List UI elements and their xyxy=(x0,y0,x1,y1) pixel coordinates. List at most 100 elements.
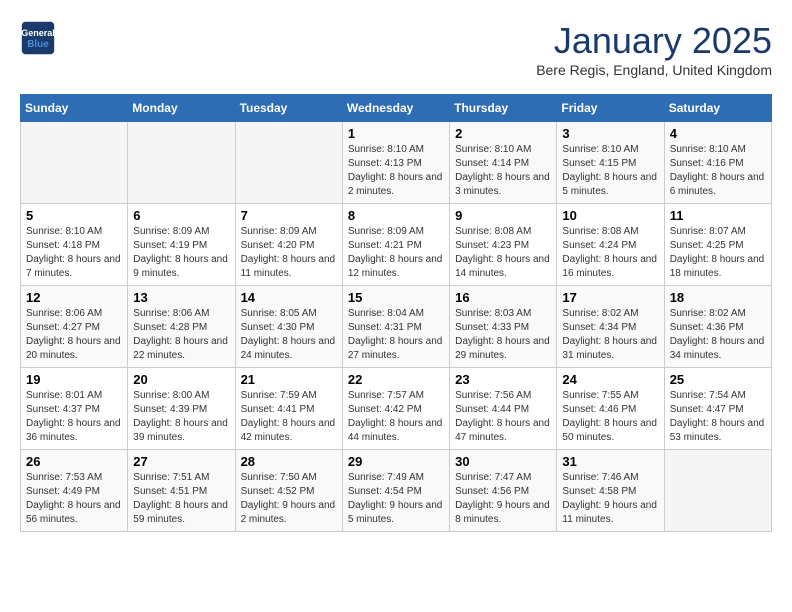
calendar-header-row: SundayMondayTuesdayWednesdayThursdayFrid… xyxy=(21,95,772,122)
day-number: 24 xyxy=(562,372,658,387)
calendar-week-row: 26Sunrise: 7:53 AM Sunset: 4:49 PM Dayli… xyxy=(21,450,772,532)
calendar-cell: 3 Sunrise: 8:10 AM Sunset: 4:15 PM Daylig… xyxy=(557,122,664,204)
calendar-cell: 8Sunrise: 8:09 AM Sunset: 4:21 PM Daylig… xyxy=(342,204,449,286)
calendar-cell xyxy=(128,122,235,204)
day-number: 19 xyxy=(26,372,122,387)
day-info: Sunrise: 7:55 AM Sunset: 4:46 PM Dayligh… xyxy=(562,389,658,445)
day-info: Sunrise: 8:08 AM Sunset: 4:24 PM Dayligh… xyxy=(562,225,658,281)
day-number: 21 xyxy=(241,372,337,387)
calendar-cell: 30 Sunrise: 7:47 AM Sunset: 4:56 PM Dayli… xyxy=(450,450,557,532)
calendar-week-row: 19 Sunrise: 8:01 AM Sunset: 4:37 PM Dayli… xyxy=(21,368,772,450)
column-header-sunday: Sunday xyxy=(21,95,128,122)
day-number: 22 xyxy=(348,372,444,387)
day-info: Sunrise: 8:10 AM Sunset: 4:16 PM Dayligh… xyxy=(670,143,766,199)
title-block: January 2025 Bere Regis, England, United… xyxy=(536,20,772,78)
day-info: Sunrise: 8:08 AM Sunset: 4:23 PM Dayligh… xyxy=(455,225,551,281)
calendar-cell: 11 Sunrise: 8:07 AM Sunset: 4:25 PM Dayli… xyxy=(664,204,771,286)
calendar-cell: 12 Sunrise: 8:06 AM Sunset: 4:27 PM Dayli… xyxy=(21,286,128,368)
column-header-thursday: Thursday xyxy=(450,95,557,122)
day-info: Sunrise: 8:10 AM Sunset: 4:13 PM Dayligh… xyxy=(348,143,444,199)
month-title: January 2025 xyxy=(536,20,772,62)
calendar-cell: 19 Sunrise: 8:01 AM Sunset: 4:37 PM Dayli… xyxy=(21,368,128,450)
day-number: 28 xyxy=(241,454,337,469)
calendar-cell: 23Sunrise: 7:56 AM Sunset: 4:44 PM Dayli… xyxy=(450,368,557,450)
day-number: 10 xyxy=(562,208,658,223)
calendar-cell: 7 Sunrise: 8:09 AM Sunset: 4:20 PM Daylig… xyxy=(235,204,342,286)
calendar-cell: 5 Sunrise: 8:10 AM Sunset: 4:18 PM Daylig… xyxy=(21,204,128,286)
day-info: Sunrise: 7:50 AM Sunset: 4:52 PM Dayligh… xyxy=(241,471,337,527)
day-number: 12 xyxy=(26,290,122,305)
day-number: 4 xyxy=(670,126,766,141)
calendar-table: SundayMondayTuesdayWednesdayThursdayFrid… xyxy=(20,94,772,532)
day-number: 3 xyxy=(562,126,658,141)
day-number: 5 xyxy=(26,208,122,223)
calendar-week-row: 5 Sunrise: 8:10 AM Sunset: 4:18 PM Daylig… xyxy=(21,204,772,286)
calendar-cell xyxy=(21,122,128,204)
day-number: 11 xyxy=(670,208,766,223)
day-info: Sunrise: 8:07 AM Sunset: 4:25 PM Dayligh… xyxy=(670,225,766,281)
calendar-cell: 27 Sunrise: 7:51 AM Sunset: 4:51 PM Dayli… xyxy=(128,450,235,532)
day-number: 31 xyxy=(562,454,658,469)
day-number: 29 xyxy=(348,454,444,469)
day-info: Sunrise: 8:09 AM Sunset: 4:21 PM Dayligh… xyxy=(348,225,444,281)
day-number: 27 xyxy=(133,454,229,469)
column-header-tuesday: Tuesday xyxy=(235,95,342,122)
day-info: Sunrise: 7:57 AM Sunset: 4:42 PM Dayligh… xyxy=(348,389,444,445)
day-info: Sunrise: 8:01 AM Sunset: 4:37 PM Dayligh… xyxy=(26,389,122,445)
day-number: 1 xyxy=(348,126,444,141)
day-number: 26 xyxy=(26,454,122,469)
day-number: 13 xyxy=(133,290,229,305)
day-info: Sunrise: 8:06 AM Sunset: 4:27 PM Dayligh… xyxy=(26,307,122,363)
day-number: 20 xyxy=(133,372,229,387)
day-info: Sunrise: 8:06 AM Sunset: 4:28 PM Dayligh… xyxy=(133,307,229,363)
column-header-wednesday: Wednesday xyxy=(342,95,449,122)
day-info: Sunrise: 7:54 AM Sunset: 4:47 PM Dayligh… xyxy=(670,389,766,445)
calendar-cell: 1 Sunrise: 8:10 AM Sunset: 4:13 PM Daylig… xyxy=(342,122,449,204)
day-number: 6 xyxy=(133,208,229,223)
svg-text:General: General xyxy=(21,28,55,38)
day-info: Sunrise: 8:09 AM Sunset: 4:20 PM Dayligh… xyxy=(241,225,337,281)
calendar-week-row: 1 Sunrise: 8:10 AM Sunset: 4:13 PM Daylig… xyxy=(21,122,772,204)
day-info: Sunrise: 8:10 AM Sunset: 4:14 PM Dayligh… xyxy=(455,143,551,199)
day-info: Sunrise: 7:47 AM Sunset: 4:56 PM Dayligh… xyxy=(455,471,551,527)
day-info: Sunrise: 7:46 AM Sunset: 4:58 PM Dayligh… xyxy=(562,471,658,527)
day-number: 15 xyxy=(348,290,444,305)
calendar-cell: 17 Sunrise: 8:02 AM Sunset: 4:34 PM Dayli… xyxy=(557,286,664,368)
calendar-cell: 26Sunrise: 7:53 AM Sunset: 4:49 PM Dayli… xyxy=(21,450,128,532)
calendar-cell: 14Sunrise: 8:05 AM Sunset: 4:30 PM Dayli… xyxy=(235,286,342,368)
day-number: 18 xyxy=(670,290,766,305)
column-header-saturday: Saturday xyxy=(664,95,771,122)
column-header-monday: Monday xyxy=(128,95,235,122)
location: Bere Regis, England, United Kingdom xyxy=(536,62,772,78)
svg-text:Blue: Blue xyxy=(27,39,49,50)
day-info: Sunrise: 8:02 AM Sunset: 4:34 PM Dayligh… xyxy=(562,307,658,363)
day-number: 2 xyxy=(455,126,551,141)
calendar-cell: 13 Sunrise: 8:06 AM Sunset: 4:28 PM Dayli… xyxy=(128,286,235,368)
calendar-cell: 21 Sunrise: 7:59 AM Sunset: 4:41 PM Dayli… xyxy=(235,368,342,450)
calendar-cell xyxy=(664,450,771,532)
day-info: Sunrise: 7:59 AM Sunset: 4:41 PM Dayligh… xyxy=(241,389,337,445)
day-number: 17 xyxy=(562,290,658,305)
calendar-cell: 28 Sunrise: 7:50 AM Sunset: 4:52 PM Dayli… xyxy=(235,450,342,532)
calendar-week-row: 12 Sunrise: 8:06 AM Sunset: 4:27 PM Dayli… xyxy=(21,286,772,368)
calendar-cell: 10 Sunrise: 8:08 AM Sunset: 4:24 PM Dayli… xyxy=(557,204,664,286)
day-info: Sunrise: 8:10 AM Sunset: 4:18 PM Dayligh… xyxy=(26,225,122,281)
day-info: Sunrise: 7:51 AM Sunset: 4:51 PM Dayligh… xyxy=(133,471,229,527)
day-info: Sunrise: 7:56 AM Sunset: 4:44 PM Dayligh… xyxy=(455,389,551,445)
calendar-cell: 16 Sunrise: 8:03 AM Sunset: 4:33 PM Dayli… xyxy=(450,286,557,368)
calendar-cell: 25Sunrise: 7:54 AM Sunset: 4:47 PM Dayli… xyxy=(664,368,771,450)
calendar-cell: 29Sunrise: 7:49 AM Sunset: 4:54 PM Dayli… xyxy=(342,450,449,532)
day-number: 16 xyxy=(455,290,551,305)
day-number: 9 xyxy=(455,208,551,223)
calendar-cell xyxy=(235,122,342,204)
calendar-cell: 24 Sunrise: 7:55 AM Sunset: 4:46 PM Dayli… xyxy=(557,368,664,450)
calendar-cell: 9 Sunrise: 8:08 AM Sunset: 4:23 PM Daylig… xyxy=(450,204,557,286)
calendar-cell: 4 Sunrise: 8:10 AM Sunset: 4:16 PM Daylig… xyxy=(664,122,771,204)
day-number: 30 xyxy=(455,454,551,469)
calendar-cell: 20 Sunrise: 8:00 AM Sunset: 4:39 PM Dayli… xyxy=(128,368,235,450)
day-info: Sunrise: 8:03 AM Sunset: 4:33 PM Dayligh… xyxy=(455,307,551,363)
calendar-cell: 18Sunrise: 8:02 AM Sunset: 4:36 PM Dayli… xyxy=(664,286,771,368)
day-info: Sunrise: 8:00 AM Sunset: 4:39 PM Dayligh… xyxy=(133,389,229,445)
day-number: 7 xyxy=(241,208,337,223)
day-info: Sunrise: 8:10 AM Sunset: 4:15 PM Dayligh… xyxy=(562,143,658,199)
